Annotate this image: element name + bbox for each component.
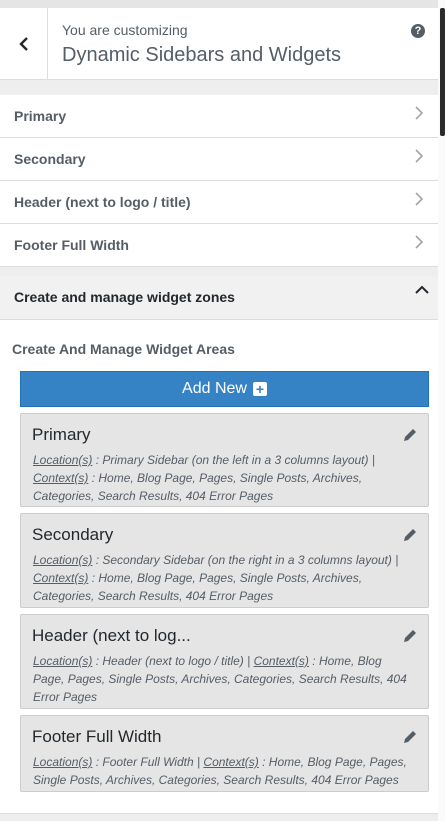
chevron-up-icon (415, 285, 429, 294)
pencil-icon[interactable] (402, 628, 418, 644)
widget-zone-card-header[interactable]: Header (next to log... Location(s) : Hea… (20, 614, 429, 709)
location-label: Location(s) (33, 453, 93, 467)
back-button[interactable] (0, 8, 48, 79)
pencil-icon[interactable] (402, 527, 418, 543)
pencil-icon[interactable] (402, 427, 418, 443)
section-item-primary[interactable]: Primary (0, 95, 438, 138)
card-info: Location(s) : Header (next to logo / tit… (33, 652, 413, 706)
widget-zone-card-footer[interactable]: Footer Full Width Location(s) : Footer F… (20, 715, 429, 792)
card-title: Footer Full Width (32, 727, 162, 746)
location-value: : Footer Full Width | (92, 755, 204, 769)
location-label: Location(s) (33, 654, 93, 668)
chevron-right-icon (415, 149, 424, 163)
section-label: Secondary (14, 151, 86, 167)
zone-body: Create And Manage Widget Areas Add New +… (0, 320, 438, 814)
location-value: : Primary Sidebar (on the left in a 3 co… (92, 453, 375, 467)
chevron-left-icon (18, 36, 28, 51)
section-label: Primary (14, 108, 67, 124)
section-item-footer[interactable]: Footer Full Width (0, 224, 438, 267)
zone-section-label: Create and manage widget zones (14, 289, 235, 305)
widget-zone-card-secondary[interactable]: Secondary Location(s) : Secondary Sideba… (20, 513, 429, 608)
customizer-header: You are customizing Dynamic Sidebars and… (0, 8, 438, 80)
section-item-secondary[interactable]: Secondary (0, 138, 438, 181)
card-title: Header (next to log... (32, 626, 191, 645)
add-new-label: Add New (182, 380, 247, 397)
card-title: Secondary (32, 525, 114, 544)
chevron-right-icon (415, 235, 424, 249)
location-label: Location(s) (33, 755, 93, 769)
header-subtitle: You are customizing (62, 22, 188, 38)
add-new-button[interactable]: Add New + (20, 371, 429, 407)
plus-icon: + (252, 382, 267, 396)
card-info: Location(s) : Primary Sidebar (on the le… (33, 451, 413, 505)
page-title: Dynamic Sidebars and Widgets (62, 44, 342, 66)
chevron-right-icon (415, 192, 424, 206)
help-icon[interactable]: ? (411, 24, 425, 38)
location-label: Location(s) (33, 553, 93, 567)
card-info: Location(s) : Secondary Sidebar (on the … (33, 551, 413, 605)
location-value: : Header (next to logo / title) | (92, 654, 254, 668)
pencil-icon[interactable] (402, 729, 418, 745)
section-item-header[interactable]: Header (next to logo / title) (0, 181, 438, 224)
widget-zone-card-primary[interactable]: Primary Location(s) : Primary Sidebar (o… (20, 413, 429, 507)
zone-heading: Create And Manage Widget Areas (12, 341, 235, 357)
scrollbar-thumb[interactable] (440, 8, 445, 136)
chevron-right-icon (415, 106, 424, 120)
card-title: Primary (32, 425, 91, 444)
customizer-panel: You are customizing Dynamic Sidebars and… (0, 0, 438, 821)
card-info: Location(s) : Footer Full Width | Contex… (33, 753, 413, 789)
context-label: Context(s) (33, 471, 89, 485)
context-label: Context(s) (253, 654, 309, 668)
context-label: Context(s) (33, 571, 89, 585)
section-label: Header (next to logo / title) (14, 194, 191, 210)
zone-section-toggle[interactable]: Create and manage widget zones (0, 276, 438, 320)
section-label: Footer Full Width (14, 237, 129, 253)
location-value: : Secondary Sidebar (on the right in a 3… (92, 553, 399, 567)
context-label: Context(s) (203, 755, 259, 769)
